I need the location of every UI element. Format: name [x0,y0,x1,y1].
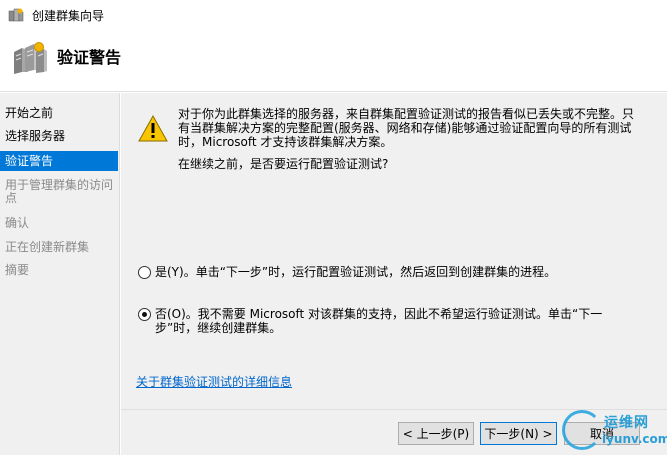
nav-step-summary: 摘要 [5,263,30,277]
wizard-app-icon [8,7,24,23]
wizard-content: 对于你为此群集选择的服务器，来自群集配置验证测试的报告看似已丢失或不完整。只有当… [121,93,667,409]
wizard-steps-nav: 开始之前 选择服务器 验证警告 用于管理群集的访问点 确认 正在创建新群集 摘要 [0,93,120,455]
wizard-header: 验证警告 [0,30,667,92]
watermark-cn-text: 运维网 [604,415,649,431]
option-no-label[interactable]: 否(O)。我不需要 Microsoft 对该群集的支持，因此不希望运行验证测试。… [155,307,638,335]
option-yes-label[interactable]: 是(Y)。单击“下一步”时，运行配置验证测试，然后返回到创建群集的进程。 [155,265,556,279]
warning-triangle-icon [138,114,168,142]
nav-step-select-servers[interactable]: 选择服务器 [0,130,118,143]
cluster-servers-icon [12,40,48,76]
option-no-radio[interactable] [138,308,151,321]
option-yes-row[interactable]: 是(Y)。单击“下一步”时，运行配置验证测试，然后返回到创建群集的进程。 [138,265,658,279]
nav-step-access-point: 用于管理群集的访问点 [5,178,114,205]
warning-message: 对于你为此群集选择的服务器，来自群集配置验证测试的报告看似已丢失或不完整。只有当… [178,107,635,149]
window-title: 创建群集向导 [32,8,105,23]
nav-step-validation-warning[interactable]: 验证警告 [0,151,118,171]
site-watermark: 运维网 iyunv.com [562,408,667,455]
validation-question: 在继续之前，是否要运行配置验证测试? [178,157,389,171]
nav-step-creating-cluster: 正在创建新群集 [5,240,90,254]
page-title: 验证警告 [57,48,122,67]
watermark-logo-icon [562,410,602,450]
nav-step-before-you-begin[interactable]: 开始之前 [0,107,118,120]
option-yes-radio[interactable] [138,266,151,279]
window-titlebar: 创建群集向导 [0,0,667,30]
next-button[interactable]: 下一步(N) > [480,422,557,445]
nav-step-confirmation: 确认 [5,216,30,230]
option-no-row[interactable]: 否(O)。我不需要 Microsoft 对该群集的支持，因此不希望运行验证测试。… [138,307,638,335]
watermark-en-text: iyunv.com [602,432,667,446]
validation-details-link[interactable]: 关于群集验证测试的详细信息 [136,373,292,390]
back-button[interactable]: < 上一步(P) [398,422,474,445]
